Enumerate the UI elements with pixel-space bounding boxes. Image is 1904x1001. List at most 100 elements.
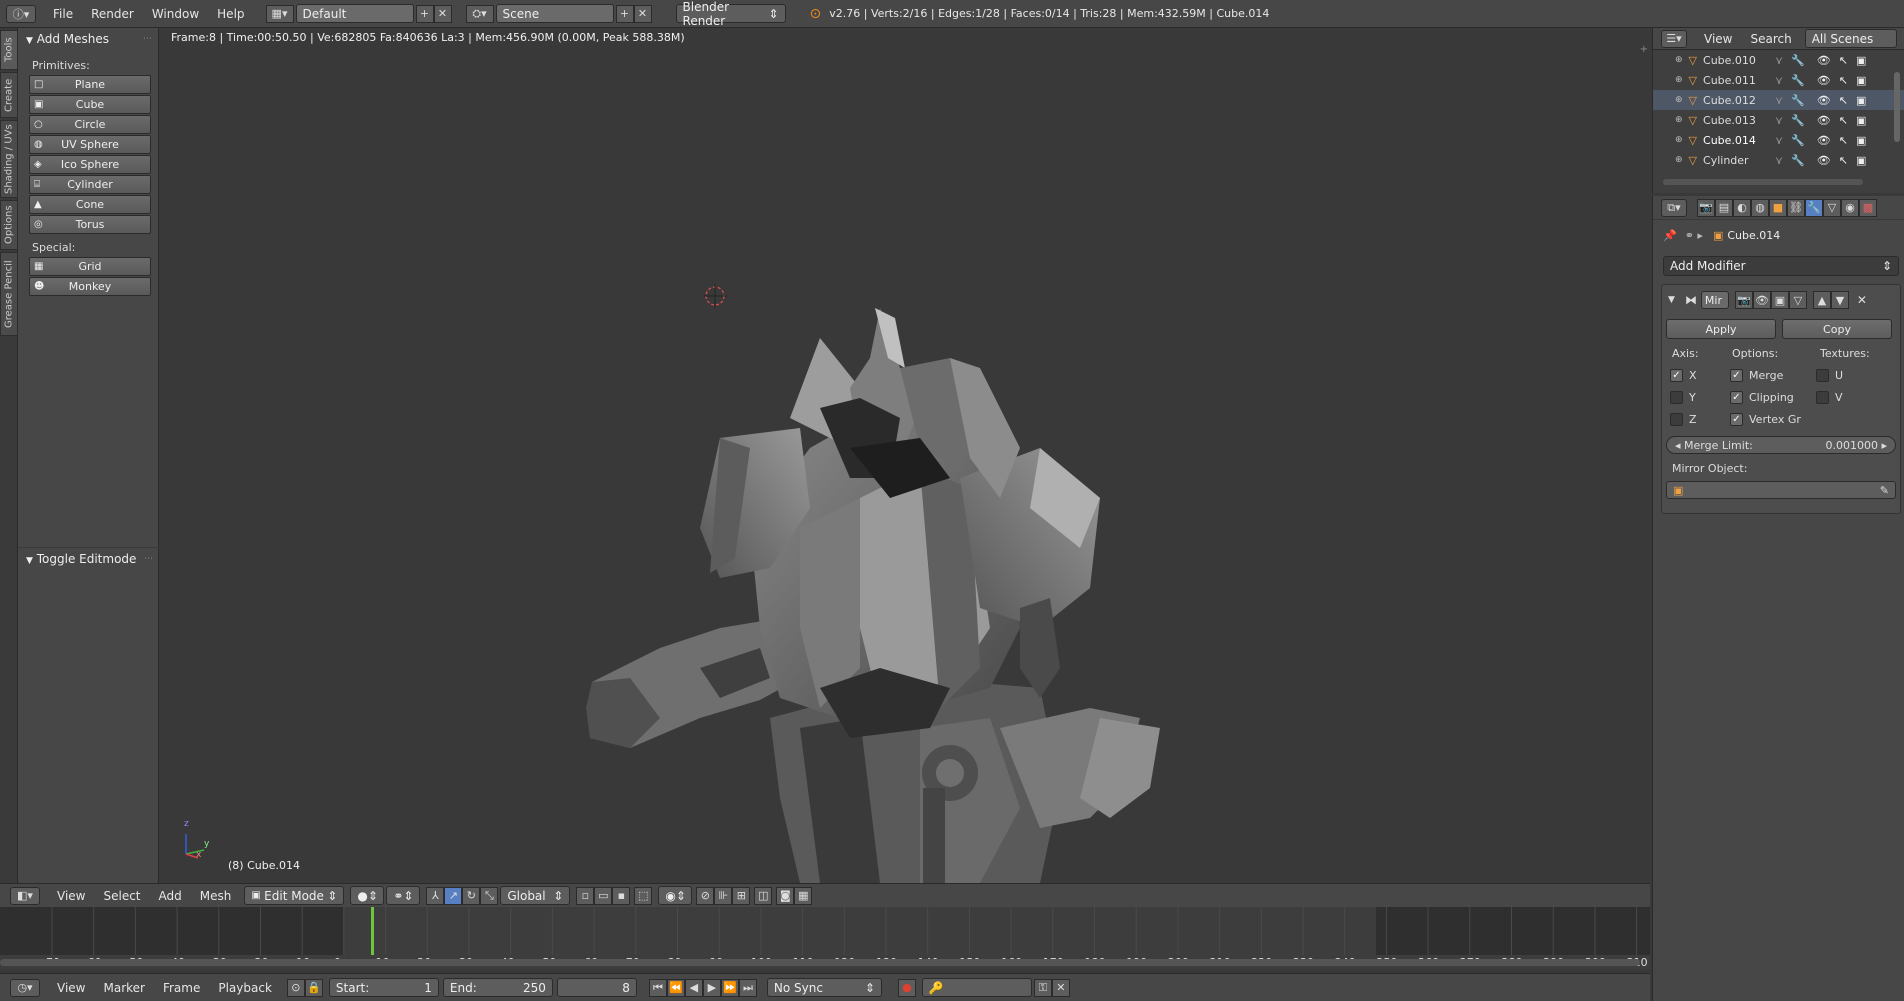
add-modifier-select[interactable]: Add Modifier ⇕ xyxy=(1663,256,1899,276)
menu-window[interactable]: Window xyxy=(143,7,208,21)
selectable-arrow-icon[interactable]: ↖ xyxy=(1839,94,1848,107)
visibility-eye-icon[interactable]: 👁 xyxy=(1817,54,1831,67)
timeline-area[interactable]: -70-60-50-40-30-20-100102030405060708090… xyxy=(0,907,1650,969)
menu-view[interactable]: View xyxy=(48,981,94,995)
constraints-context-icon[interactable]: ⛓ xyxy=(1787,198,1805,217)
uv-sphere-button[interactable]: ◍ UV Sphere xyxy=(29,135,151,154)
texture-context-icon[interactable]: ▩ xyxy=(1859,198,1877,217)
data-context-icon[interactable]: ▽ xyxy=(1823,198,1841,217)
visibility-eye-icon[interactable]: 👁 xyxy=(1817,154,1831,167)
current-frame-field[interactable]: 8 xyxy=(556,978,637,997)
viewport-shading-select[interactable]: ●⇕ xyxy=(350,886,385,905)
move-down-icon[interactable]: ▼ xyxy=(1830,291,1849,309)
face-select-mode-icon[interactable]: ▪ xyxy=(612,886,631,905)
object-context-icon[interactable]: ■ xyxy=(1769,198,1787,217)
toggle-editmode-panel-header[interactable]: ▼ Toggle Editmode ⋯ xyxy=(18,547,159,569)
keying-set-field[interactable]: 🔑 xyxy=(921,978,1032,997)
mirror-object-field[interactable]: ▣ ✎ xyxy=(1666,481,1896,499)
checkbox-box[interactable] xyxy=(1816,368,1829,382)
outliner-row[interactable]: ⊕ ▽ Cube.010 ⋎ 🔧 👁 ↖ ▣ xyxy=(1653,50,1904,70)
scene-field[interactable]: Scene xyxy=(495,4,614,23)
drag-handle-icon[interactable]: ⋯ xyxy=(144,554,153,564)
proportional-edit-select[interactable]: ◉⇕ xyxy=(658,886,693,905)
object-name[interactable]: Cube.012 xyxy=(1703,94,1761,107)
visibility-eye-icon[interactable]: 👁 xyxy=(1817,114,1831,127)
outliner-scrollbar[interactable] xyxy=(1894,72,1900,142)
options-vertex-gr-checkbox[interactable]: ✓ Vertex Gr xyxy=(1730,408,1816,430)
textures-v-checkbox[interactable]: V xyxy=(1816,386,1843,408)
robot-mesh-model[interactable] xyxy=(160,28,1650,883)
remove-screen-button[interactable]: ✕ xyxy=(433,4,452,23)
selectable-arrow-icon[interactable]: ↖ xyxy=(1839,134,1848,147)
scene-icon[interactable]: ⛭▾ xyxy=(465,4,494,23)
expand-icon[interactable]: ⊕ xyxy=(1675,55,1683,65)
editor-type-info-icon[interactable]: ⓘ▾ xyxy=(6,4,36,23)
move-up-icon[interactable]: ▲ xyxy=(1812,291,1831,309)
circle-button[interactable]: ○ Circle xyxy=(29,115,151,134)
menu-file[interactable]: File xyxy=(44,7,82,21)
remove-scene-button[interactable]: ✕ xyxy=(633,4,652,23)
expand-icon[interactable]: ⊕ xyxy=(1675,135,1683,145)
checkbox-box[interactable] xyxy=(1670,412,1683,426)
renderable-camera-icon[interactable]: ▣ xyxy=(1856,134,1866,147)
torus-button[interactable]: ◎ Torus xyxy=(29,215,151,234)
show-viewport-icon[interactable]: 👁 xyxy=(1752,291,1771,309)
visibility-eye-icon[interactable]: 👁 xyxy=(1817,74,1831,87)
scene-context-icon[interactable]: ◐ xyxy=(1733,198,1751,217)
play-icon[interactable]: ▶ xyxy=(702,978,721,997)
merge-limit-field[interactable]: ◂ Merge Limit: 0.001000 ▸ xyxy=(1666,436,1896,454)
remove-modifier-icon[interactable]: ✕ xyxy=(1857,293,1867,307)
menu-select[interactable]: Select xyxy=(94,889,149,903)
scale-manipulator-icon[interactable]: ⤡ xyxy=(480,886,499,905)
manipulator-toggle-icon[interactable]: ⅄ xyxy=(426,886,445,905)
delete-keyframe-icon[interactable]: ✕ xyxy=(1051,978,1070,997)
object-name[interactable]: Cube.010 xyxy=(1703,54,1761,67)
checkbox-box[interactable]: ✓ xyxy=(1730,412,1743,426)
jump-start-icon[interactable]: ⏮ xyxy=(648,978,667,997)
visibility-eye-icon[interactable]: 👁 xyxy=(1817,134,1831,147)
renderable-camera-icon[interactable]: ▣ xyxy=(1856,114,1866,127)
3d-viewport[interactable]: Frame:8 | Time:00:50.50 | Ve:682805 Fa:8… xyxy=(160,28,1650,883)
expand-icon[interactable]: ⊕ xyxy=(1675,115,1683,125)
textures-u-checkbox[interactable]: U xyxy=(1816,364,1843,386)
outliner-row[interactable]: ⊕ ▽ Cube.011 ⋎ 🔧 👁 ↖ ▣ xyxy=(1653,70,1904,90)
ico-sphere-button[interactable]: ◈ Ico Sphere xyxy=(29,155,151,174)
checkbox-box[interactable]: ✓ xyxy=(1730,368,1743,382)
start-frame-field[interactable]: Start: 1 xyxy=(328,978,439,997)
modifier-name-field[interactable]: Mir xyxy=(1700,291,1729,309)
tab-create[interactable]: Create xyxy=(0,72,18,118)
screen-layout-field[interactable]: Default xyxy=(295,4,414,23)
object-name[interactable]: Cube.011 xyxy=(1703,74,1761,87)
object-name[interactable]: Cylinder xyxy=(1703,154,1761,167)
outliner-row[interactable]: ⊕ ▽ Cube.014 ⋎ 🔧 👁 ↖ ▣ xyxy=(1653,130,1904,150)
render-engine-select[interactable]: Blender Render ⇕ xyxy=(675,0,786,28)
outliner-row[interactable]: ⊕ ▽ Cylinder ⋎ 🔧 👁 ↖ ▣ xyxy=(1653,150,1904,170)
display-mode-select[interactable]: All Scenes xyxy=(1804,29,1897,48)
renderable-camera-icon[interactable]: ▣ xyxy=(1856,54,1866,67)
preview-range-icon[interactable]: ⊙ xyxy=(286,978,305,997)
checkbox-box[interactable] xyxy=(1670,390,1683,404)
menu-playback[interactable]: Playback xyxy=(209,981,281,995)
menu-view[interactable]: View xyxy=(1695,32,1741,46)
add-scene-button[interactable]: + xyxy=(615,4,634,23)
render-animation-icon[interactable]: ▦ xyxy=(794,886,813,905)
vertex-select-mode-icon[interactable]: ▫ xyxy=(576,886,595,905)
add-screen-button[interactable]: + xyxy=(415,4,434,23)
editor-type-properties-icon[interactable]: ⧉▾ xyxy=(1661,198,1687,217)
grid-button[interactable]: ▦ Grid xyxy=(29,257,151,276)
checkbox-box[interactable]: ✓ xyxy=(1730,390,1743,404)
render-image-icon[interactable]: ◙ xyxy=(776,886,795,905)
expand-icon[interactable]: ⊕ xyxy=(1675,75,1683,85)
modifiers-context-icon[interactable]: 🔧 xyxy=(1805,198,1823,217)
current-frame-indicator[interactable] xyxy=(371,907,374,955)
editor-type-outliner-icon[interactable]: ☰▾ xyxy=(1661,29,1687,48)
axes-x-checkbox[interactable]: ✓ X xyxy=(1670,364,1730,386)
eyedropper-icon[interactable]: ✎ xyxy=(1880,484,1889,497)
renderable-camera-icon[interactable]: ▣ xyxy=(1856,74,1866,87)
screen-layout-icon[interactable]: ▦▾ xyxy=(265,4,294,23)
jump-keyframe-back-icon[interactable]: ⏪ xyxy=(666,978,685,997)
jump-keyframe-forward-icon[interactable]: ⏩ xyxy=(720,978,739,997)
render-layers-context-icon[interactable]: ▤ xyxy=(1715,198,1733,217)
pivot-point-select[interactable]: ⚭⇕ xyxy=(386,886,421,905)
menu-help[interactable]: Help xyxy=(208,7,253,21)
